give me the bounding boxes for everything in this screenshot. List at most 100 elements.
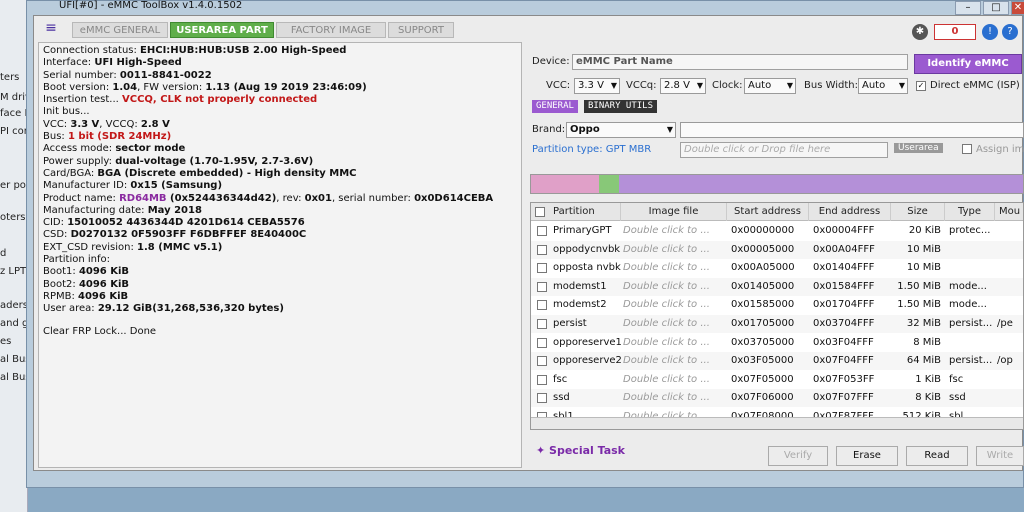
assign-image-checkbox[interactable] (962, 144, 972, 154)
cell-image[interactable]: Double click to ... (623, 222, 727, 240)
row-checkbox[interactable] (537, 393, 547, 404)
settings-icon[interactable]: ✱ (912, 24, 928, 40)
tab-userarea-part[interactable]: USERAREA PART (170, 22, 274, 38)
select-all-checkbox[interactable] (535, 207, 545, 217)
cell-image[interactable]: Double click to ... (623, 371, 727, 389)
subtab-binary-utils[interactable]: BINARY UTILS (584, 100, 658, 113)
tab-factory-image[interactable]: FACTORY IMAGE (276, 22, 386, 38)
chevron-down-icon: ▼ (666, 125, 673, 134)
counter-badge: 0 (934, 24, 976, 40)
log-line: Partition info: (43, 254, 110, 266)
log-line: Boot2: 4096 KiB (43, 278, 130, 290)
clock-select[interactable]: Auto ▼ (744, 78, 796, 94)
cell-image[interactable]: Double click to ... (623, 278, 727, 296)
cell-size: 8 MiB (913, 336, 941, 348)
log-line: Clear FRP Lock... Done (43, 325, 157, 337)
column-header[interactable]: Image file (621, 203, 727, 221)
table-row[interactable]: persist Double click to ... 0x01705000 0x03… (531, 315, 1023, 333)
partition-table: Partition Image file Start address End a… (530, 202, 1024, 430)
close-button[interactable]: ✕ (1011, 1, 1024, 15)
cell-name: persist (553, 318, 587, 329)
row-checkbox[interactable] (537, 263, 547, 274)
row-checkbox[interactable] (537, 226, 547, 236)
maximize-button[interactable]: □ (983, 1, 1009, 15)
table-row[interactable]: ssd Double click to ... 0x07F06000 0x07F07F… (531, 389, 1023, 408)
cell-name: fsc (553, 373, 568, 385)
cell-image[interactable]: Double click to ... (623, 241, 727, 259)
log-line: CID: 15010052 4436344D 4201D614 CEBA5576 (43, 217, 305, 229)
row-checkbox[interactable] (537, 374, 547, 385)
column-header[interactable]: Type (945, 203, 995, 221)
cell-image[interactable]: Double click to ... (623, 352, 727, 370)
info-icon[interactable]: ! (982, 24, 998, 40)
tab-emmc-general[interactable]: eMMC GENERAL (72, 22, 168, 38)
buswidth-select[interactable]: Auto ▼ (858, 78, 908, 94)
identify-emmc-button[interactable]: Identify eMMC (914, 54, 1022, 74)
device-field[interactable]: eMMC Part Name (572, 54, 908, 70)
special-task-link[interactable]: ✦ Special Task (536, 444, 625, 457)
background-text: d (0, 248, 7, 259)
vccq-select[interactable]: 2.8 V ▼ (660, 78, 706, 94)
cell-image[interactable]: Double click to ... (623, 389, 727, 407)
drop-file-field[interactable]: Double click or Drop file here (680, 142, 888, 158)
help-icon[interactable]: ? (1002, 24, 1018, 40)
vccq-label: VCCq: (626, 80, 657, 91)
vcc-select[interactable]: 3.3 V ▼ (574, 78, 620, 94)
table-row[interactable]: opporeserve1 Double click to ... 0x0370500… (531, 334, 1023, 352)
table-row[interactable]: oppodycnvbk Double click to ... 0x00005000… (531, 240, 1023, 259)
cell-image[interactable]: Double click to ... (623, 334, 727, 352)
verify-button[interactable]: Verify (768, 446, 828, 466)
column-header[interactable]: Mou (995, 203, 1023, 221)
cell-image[interactable]: Double click to ... (623, 259, 727, 277)
log-panel: Connection status: EHCI:HUB:HUB:USB 2.00… (38, 42, 522, 468)
row-checkbox[interactable] (537, 244, 547, 255)
tab-support[interactable]: SUPPORT (388, 22, 454, 38)
erase-button[interactable]: Erase (836, 446, 898, 466)
row-checkbox[interactable] (537, 356, 547, 367)
assign-image-label: Assign ima (976, 144, 1024, 155)
cell-name: ssd (553, 392, 570, 404)
model-select[interactable] (680, 122, 1024, 138)
cell-type: fsc (949, 373, 964, 385)
row-checkbox[interactable] (537, 300, 547, 311)
minimize-button[interactable]: – (955, 1, 981, 15)
write-button[interactable]: Write (976, 446, 1024, 466)
brand-select[interactable]: Oppo ▼ (566, 122, 676, 138)
subtab-general[interactable]: GENERAL (532, 100, 578, 113)
cell-end: 0x03704FFF (813, 318, 875, 329)
table-row[interactable]: modemst1 Double click to ... 0x01405000 0x0… (531, 277, 1023, 296)
direct-emmc-checkbox[interactable]: ✓ (916, 81, 926, 91)
cell-image[interactable]: Double click to ... (623, 296, 727, 314)
background-text: and g (0, 318, 29, 329)
cell-mount (997, 371, 1023, 389)
column-header[interactable]: Partition (549, 203, 621, 221)
cell-mount (997, 241, 1023, 259)
cell-start: 0x00005000 (731, 243, 795, 255)
partition-type-label: Partition type: GPT MBR (532, 144, 652, 155)
cell-type: mode... (949, 299, 987, 311)
cell-start: 0x01405000 (731, 280, 795, 292)
table-row[interactable]: modemst2 Double click to ... 0x01585000 0x0… (531, 296, 1023, 314)
column-header[interactable]: Size (891, 203, 945, 221)
log-line: Connection status: EHCI:HUB:HUB:USB 2.00… (43, 45, 347, 56)
row-checkbox[interactable] (537, 281, 547, 292)
cell-size: 32 MiB (906, 318, 941, 329)
cell-end: 0x07F04FFF (813, 355, 874, 367)
cell-size: 8 KiB (915, 392, 941, 404)
cell-size: 10 MiB (906, 243, 941, 255)
table-row[interactable]: opposta nvbk Double click to ... 0x00A0500… (531, 259, 1023, 277)
column-header[interactable]: Start address (727, 203, 809, 221)
column-header[interactable]: End address (809, 203, 891, 221)
cell-type (949, 241, 995, 259)
table-row[interactable]: opporeserve2 Double click to ... 0x03F0500… (531, 352, 1023, 371)
table-row[interactable]: PrimaryGPT Double click to ... 0x00000000 0… (531, 222, 1023, 240)
horizontal-scrollbar[interactable] (531, 417, 1023, 429)
brand-label: Brand: (532, 124, 566, 135)
row-checkbox[interactable] (537, 337, 547, 348)
cell-start: 0x00A05000 (731, 262, 795, 274)
table-row[interactable]: fsc Double click to ... 0x07F05000 0x07F053… (531, 371, 1023, 389)
read-button[interactable]: Read (906, 446, 968, 466)
menu-icon[interactable]: ≡ (38, 20, 64, 38)
cell-image[interactable]: Double click to ... (623, 315, 727, 333)
row-checkbox[interactable] (537, 319, 547, 329)
